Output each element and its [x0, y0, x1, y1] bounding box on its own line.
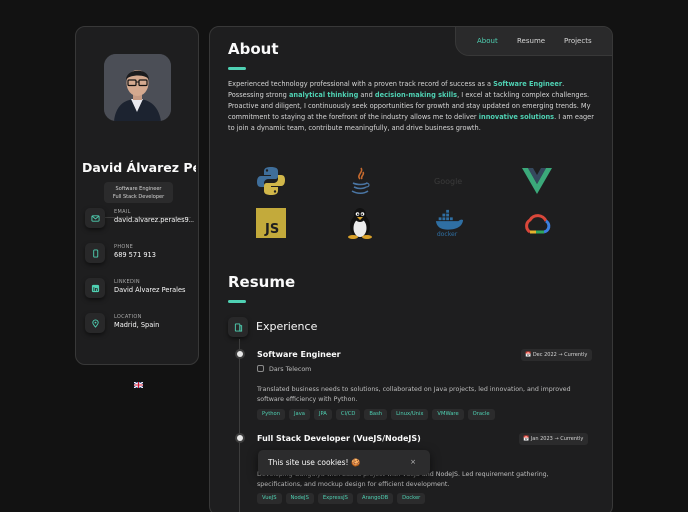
- skill-tag: Linux/Unix: [391, 409, 429, 420]
- cookie-text: This site use cookies! 🍪: [268, 458, 361, 467]
- contact-label: EMAIL: [114, 209, 131, 215]
- javascript-icon: JS: [256, 208, 286, 238]
- nav-projects[interactable]: Projects: [564, 37, 592, 45]
- contact-linkedin: in LINKEDIN David Álvarez Perales: [85, 278, 195, 302]
- cookie-banner: This site use cookies! 🍪 ×: [258, 450, 430, 475]
- location-pin-icon: [85, 313, 105, 333]
- docker-icon: docker: [434, 208, 464, 238]
- skill-tag: NodeJS: [285, 493, 314, 504]
- timeline-dot: [237, 351, 243, 357]
- skill-tag: Docker: [397, 493, 426, 504]
- date-badge: 📅 Dec 2022 → Currently: [521, 349, 593, 361]
- svg-text:in: in: [92, 286, 98, 292]
- skill-tag: JPA: [313, 409, 332, 420]
- avatar: [104, 54, 171, 121]
- main-card: About Resume Projects About Experienced …: [209, 26, 613, 512]
- skill-tag: VueJS: [257, 493, 282, 504]
- linux-tux-icon: [345, 208, 375, 239]
- vue-icon: [522, 166, 552, 196]
- skill-tag: VMWare: [432, 409, 464, 420]
- mail-icon: [85, 208, 105, 228]
- skill-tag: ExpressJS: [317, 493, 353, 504]
- nav-about[interactable]: About: [477, 37, 498, 45]
- about-heading: About: [228, 40, 279, 58]
- contact-phone: PHONE 689 571 913: [85, 243, 195, 267]
- contact-label: PHONE: [114, 244, 134, 250]
- contact-label: LOCATION: [114, 314, 142, 320]
- book-icon: [228, 317, 248, 337]
- skill-tag: Oracle: [467, 409, 495, 420]
- google-icon: Google: [434, 166, 464, 196]
- job-description: Translated business needs to solutions, …: [257, 386, 571, 403]
- top-navbar: About Resume Projects: [455, 27, 612, 56]
- timeline-line: [239, 339, 240, 512]
- contact-location: LOCATION Madrid, Spain: [85, 313, 195, 337]
- svg-text:docker: docker: [437, 231, 458, 238]
- skill-tag: Bash: [364, 409, 388, 420]
- python-icon: [256, 166, 286, 196]
- job-title: Software Engineer: [257, 350, 341, 359]
- email-link[interactable]: david.alvarez.perales9...: [114, 216, 194, 224]
- profile-sidebar: David Álvarez Pe... Software Engineer Fu…: [75, 26, 199, 389]
- svg-text:JS: JS: [264, 222, 279, 237]
- about-paragraph: Experienced technology professional with…: [228, 80, 594, 132]
- skill-tag: Java: [288, 409, 310, 420]
- title-line-1: Software Engineer: [115, 186, 162, 192]
- heading-underline: [228, 300, 246, 303]
- svg-text:Google: Google: [434, 177, 462, 186]
- experience-heading: Experience: [256, 320, 318, 333]
- java-icon: [345, 166, 375, 196]
- job-title: Full Stack Developer (VueJS/NodeJS): [257, 434, 421, 443]
- location-value: Madrid, Spain: [114, 321, 160, 329]
- heading-underline: [228, 67, 246, 70]
- linkedin-icon: in: [85, 278, 105, 298]
- skill-tags: Python Java JPA CI/CD Bash Linux/Unix VM…: [257, 409, 495, 420]
- profile-title-badge: Software Engineer Full Stack Developer: [104, 182, 173, 203]
- contact-email: EMAIL david.alvarez.perales9...: [85, 208, 195, 232]
- close-icon[interactable]: ×: [410, 458, 416, 466]
- skill-tag: CI/CD: [335, 409, 361, 420]
- resume-heading: Resume: [228, 273, 296, 291]
- skill-tag: Python: [257, 409, 285, 420]
- linkedin-link[interactable]: David Álvarez Perales: [114, 286, 194, 294]
- google-cloud-icon: [522, 208, 552, 238]
- title-line-2: Full Stack Developer: [112, 194, 165, 200]
- profile-name: David Álvarez Pe...: [82, 160, 196, 175]
- nav-resume[interactable]: Resume: [517, 37, 545, 45]
- company-name: Dars Telecom: [257, 365, 311, 373]
- uk-flag-icon[interactable]: [133, 373, 144, 389]
- phone-icon: [85, 243, 105, 263]
- skill-tags: VueJS NodeJS ExpressJS ArangoDB Docker: [257, 493, 426, 504]
- date-badge: 📅 Jan 2023 → Currently: [519, 433, 589, 445]
- building-icon: [257, 365, 264, 372]
- phone-link[interactable]: 689 571 913: [114, 251, 194, 259]
- skill-tag: ArangoDB: [356, 493, 394, 504]
- timeline-dot: [237, 435, 243, 441]
- contact-label: LINKEDIN: [114, 279, 140, 285]
